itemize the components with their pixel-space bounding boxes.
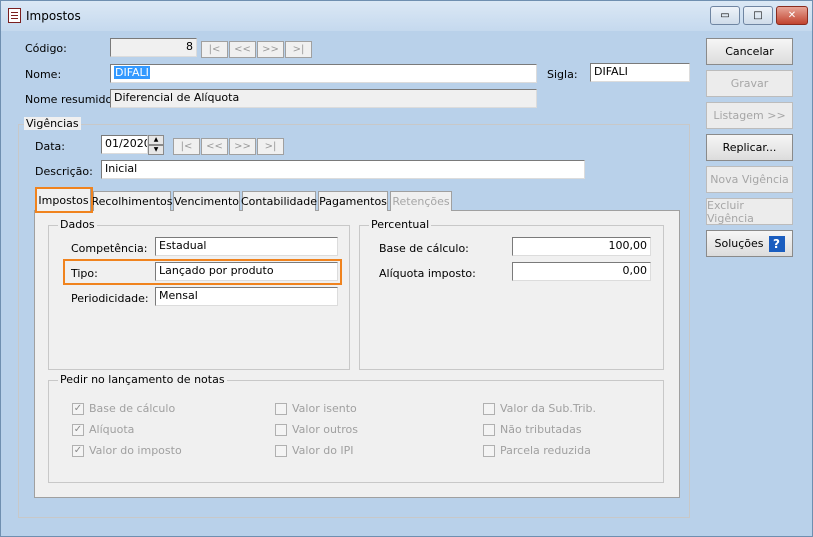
data-label: Data:	[35, 140, 65, 153]
tab-recolhimentos[interactable]: Recolhimentos	[92, 191, 173, 211]
vig-nav-prev-button[interactable]: <<	[201, 138, 228, 155]
tab-retencoes[interactable]: Retenções	[390, 191, 452, 211]
checkbox-checked-icon: ✓	[72, 423, 84, 436]
checkbox-empty-icon	[275, 402, 287, 415]
checkbox-empty-icon	[483, 423, 495, 436]
chk-label: Não tributadas	[500, 423, 582, 436]
dados-label: Dados	[58, 218, 97, 231]
vig-nav-last-button[interactable]: >|	[257, 138, 284, 155]
nome-field[interactable]: DIFALI	[110, 64, 537, 83]
title-bar[interactable]: Impostos ▭ □ ✕	[1, 1, 812, 31]
checkbox-empty-icon	[275, 423, 287, 436]
base-calculo-label: Base de cálculo:	[379, 242, 469, 255]
chk-label: Alíquota	[89, 423, 135, 436]
pedir-label: Pedir no lançamento de notas	[58, 373, 227, 386]
checkbox-empty-icon	[275, 444, 287, 457]
nome-value: DIFALI	[114, 66, 150, 79]
replicar-button[interactable]: Replicar...	[706, 134, 793, 161]
vig-nav-first-button[interactable]: |<	[173, 138, 200, 155]
periodicidade-label: Periodicidade:	[71, 292, 149, 305]
checkbox-checked-icon: ✓	[72, 444, 84, 457]
nav-prev-button[interactable]: <<	[229, 41, 256, 58]
nome-resumido-field[interactable]: Diferencial de Alíquota	[110, 89, 537, 108]
chk-valor-outros[interactable]: Valor outros	[275, 423, 358, 436]
base-calculo-field[interactable]: 100,00	[512, 237, 651, 256]
periodicidade-field[interactable]: Mensal	[155, 287, 338, 306]
sigla-label: Sigla:	[547, 68, 578, 81]
checkbox-empty-icon	[483, 444, 495, 457]
nova-vigencia-button[interactable]: Nova Vigência	[706, 166, 793, 193]
spin-up-icon[interactable]: ▲	[148, 135, 164, 145]
data-spinner[interactable]: ▲ ▼	[148, 135, 164, 156]
impostos-tab-highlight	[35, 187, 93, 213]
listagem-button[interactable]: Listagem >>	[706, 102, 793, 129]
gravar-button[interactable]: Gravar	[706, 70, 793, 97]
solucoes-button[interactable]: Soluções ?	[706, 230, 793, 257]
cancelar-button[interactable]: Cancelar	[706, 38, 793, 65]
chk-label: Valor do imposto	[89, 444, 182, 457]
vigencias-label: Vigências	[24, 117, 81, 130]
checkbox-empty-icon	[483, 402, 495, 415]
solucoes-label: Soluções	[714, 237, 764, 250]
document-icon	[8, 8, 21, 23]
tab-pagamentos[interactable]: Pagamentos	[318, 191, 388, 211]
close-button[interactable]: ✕	[776, 6, 808, 25]
chk-valor-sub-trib[interactable]: Valor da Sub.Trib.	[483, 402, 596, 415]
chk-valor-isento[interactable]: Valor isento	[275, 402, 357, 415]
chk-label: Valor isento	[292, 402, 357, 415]
chk-valor-imposto[interactable]: ✓ Valor do imposto	[72, 444, 182, 457]
help-icon: ?	[768, 235, 785, 252]
competencia-label: Competência:	[71, 242, 148, 255]
chk-label: Valor outros	[292, 423, 358, 436]
chk-label: Valor do IPI	[292, 444, 354, 457]
competencia-field[interactable]: Estadual	[155, 237, 338, 256]
checkbox-checked-icon: ✓	[72, 402, 84, 415]
sigla-field[interactable]: DIFALI	[590, 63, 690, 82]
tab-vencimento[interactable]: Vencimento	[173, 191, 240, 211]
chk-label: Valor da Sub.Trib.	[500, 402, 597, 415]
minimize-button[interactable]: ▭	[710, 6, 740, 25]
window-title: Impostos	[26, 9, 81, 23]
aliquota-imposto-label: Alíquota imposto:	[379, 267, 476, 280]
chk-nao-tributadas[interactable]: Não tributadas	[483, 423, 582, 436]
chk-parcela-reduzida[interactable]: Parcela reduzida	[483, 444, 591, 457]
nav-next-button[interactable]: >>	[257, 41, 284, 58]
vig-nav-next-button[interactable]: >>	[229, 138, 256, 155]
percentual-label: Percentual	[369, 218, 432, 231]
aliquota-imposto-field[interactable]: 0,00	[512, 262, 651, 281]
excluir-vigencia-button[interactable]: Excluir Vigência	[706, 198, 793, 225]
tab-contabilidade[interactable]: Contabilidade	[241, 191, 317, 211]
nav-last-button[interactable]: >|	[285, 41, 312, 58]
descricao-label: Descrição:	[35, 165, 93, 178]
chk-label: Parcela reduzida	[500, 444, 591, 457]
data-field[interactable]: 01/2020	[101, 135, 148, 154]
nav-first-button[interactable]: |<	[201, 41, 228, 58]
spin-down-icon[interactable]: ▼	[148, 145, 164, 155]
nome-label: Nome:	[25, 68, 62, 81]
nome-resumido-label: Nome resumido:	[25, 93, 116, 106]
codigo-field[interactable]: 8	[110, 38, 197, 57]
chk-aliquota[interactable]: ✓ Alíquota	[72, 423, 134, 436]
codigo-label: Código:	[25, 42, 67, 55]
chk-label: Base de cálculo	[89, 402, 176, 415]
tipo-highlight	[63, 259, 342, 285]
descricao-field[interactable]: Inicial	[101, 160, 585, 179]
maximize-button[interactable]: □	[743, 6, 773, 25]
chk-base-calculo[interactable]: ✓ Base de cálculo	[72, 402, 175, 415]
chk-valor-ipi[interactable]: Valor do IPI	[275, 444, 354, 457]
